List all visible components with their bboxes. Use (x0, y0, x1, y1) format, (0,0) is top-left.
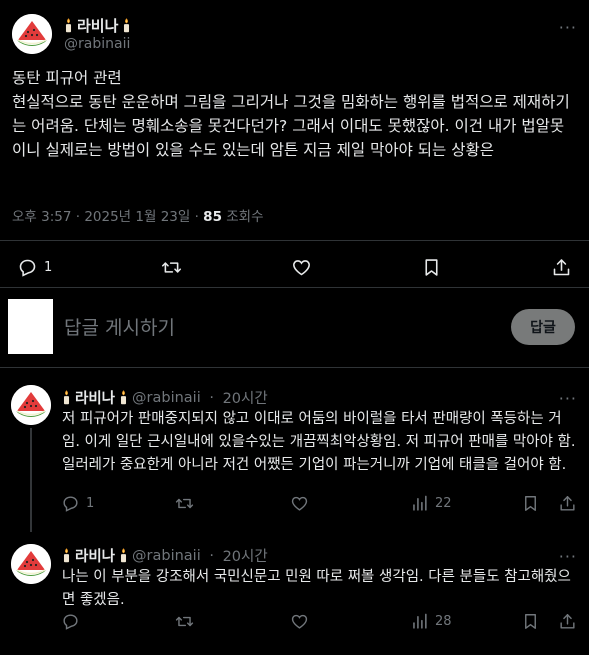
post-meta: 오후 3:57 · 2025년 1월 23일 · 85 조회수 (12, 205, 264, 225)
reply-author-name[interactable]: 라비나 (75, 387, 115, 408)
reply-icon (61, 494, 80, 513)
post-timestamp[interactable]: 오후 3:57 · 2025년 1월 23일 · (12, 209, 203, 225)
reply-text: 나는 이 부분을 강조해서 국민신문고 민원 따로 쩌볼 생각임. 다른 분들도… (62, 569, 571, 608)
view-label: 조회수 (221, 209, 264, 225)
reply-text: 저 피규어가 판매중지되지 않고 이대로 어둠의 바이럴을 타서 판매량이 폭등… (62, 411, 576, 473)
author-avatar[interactable] (12, 14, 52, 54)
views-count: 28 (435, 613, 452, 629)
more-options-button[interactable]: ··· (559, 18, 577, 37)
reply-submit-button[interactable]: 답글 (511, 309, 575, 345)
retweet-button[interactable] (175, 494, 194, 513)
divider (0, 367, 589, 368)
divider (0, 287, 589, 288)
reply-header: 라비나 @rabinaii · 20시간 (62, 387, 268, 408)
watermelon-avatar (11, 544, 51, 584)
watermelon-avatar (11, 385, 51, 425)
main-action-bar: 1 (17, 257, 572, 278)
retweet-icon (175, 494, 194, 513)
author-name[interactable]: 라비나 (64, 15, 131, 36)
retweet-icon (161, 257, 182, 278)
post-text: 동탄 피규어 관련 현실적으로 동탄 운운하며 그림을 그리거나 그것을 밈화하… (12, 69, 570, 159)
like-button[interactable] (290, 612, 309, 631)
share-button[interactable] (551, 257, 572, 278)
separator: · (204, 389, 219, 406)
more-options-button[interactable]: ··· (559, 547, 577, 566)
reply-author-handle[interactable]: @rabinaii (132, 390, 201, 406)
reply-icon (17, 257, 38, 278)
reply-author-handle[interactable]: @rabinaii (132, 548, 201, 564)
reply-avatar[interactable] (11, 544, 51, 584)
bookmark-button[interactable] (521, 612, 540, 631)
candle-icon (119, 548, 128, 563)
views-button[interactable]: 22 (410, 494, 452, 513)
author-handle[interactable]: @rabinaii (64, 36, 130, 52)
views-count: 22 (435, 495, 452, 511)
separator: · (204, 547, 219, 564)
share-button[interactable] (558, 612, 577, 631)
candle-icon (62, 390, 71, 405)
reply-button[interactable]: 1 (61, 494, 94, 513)
like-button[interactable] (291, 257, 312, 278)
reply-count: 1 (86, 495, 95, 511)
like-icon (291, 257, 312, 278)
reply-input[interactable]: 답글 게시하기 (64, 313, 175, 340)
share-icon (558, 612, 577, 631)
like-icon (290, 612, 309, 631)
reply-icon (61, 612, 80, 631)
share-icon (558, 494, 577, 513)
like-icon (290, 494, 309, 513)
bookmark-button[interactable] (521, 494, 540, 513)
reply-author-name[interactable]: 라비나 (75, 545, 115, 566)
reply-avatar[interactable] (11, 385, 51, 425)
thread-line (30, 428, 32, 532)
views-button[interactable]: 28 (410, 612, 452, 631)
share-button[interactable] (558, 494, 577, 513)
reply-button[interactable] (61, 612, 86, 631)
candle-icon (122, 18, 131, 33)
share-icon (551, 257, 572, 278)
bookmark-icon (421, 257, 442, 278)
more-options-button[interactable]: ··· (559, 389, 577, 408)
bookmark-icon (521, 612, 540, 631)
reply-timestamp[interactable]: 20시간 (223, 387, 268, 408)
bookmark-icon (521, 494, 540, 513)
view-count: 85 (203, 209, 222, 225)
watermelon-avatar (12, 14, 52, 54)
retweet-button[interactable] (161, 257, 182, 278)
composer-avatar (8, 299, 53, 354)
views-icon (410, 612, 429, 631)
reply-button[interactable]: 1 (17, 257, 52, 278)
reply-header: 라비나 @rabinaii · 20시간 (62, 545, 268, 566)
views-icon (410, 494, 429, 513)
retweet-button[interactable] (175, 612, 194, 631)
reply-timestamp[interactable]: 20시간 (223, 545, 268, 566)
like-button[interactable] (290, 494, 309, 513)
bookmark-button[interactable] (421, 257, 442, 278)
candle-icon (119, 390, 128, 405)
divider (0, 240, 589, 241)
candle-icon (64, 18, 73, 33)
candle-icon (62, 548, 71, 563)
retweet-icon (175, 612, 194, 631)
reply-count: 1 (44, 260, 53, 275)
